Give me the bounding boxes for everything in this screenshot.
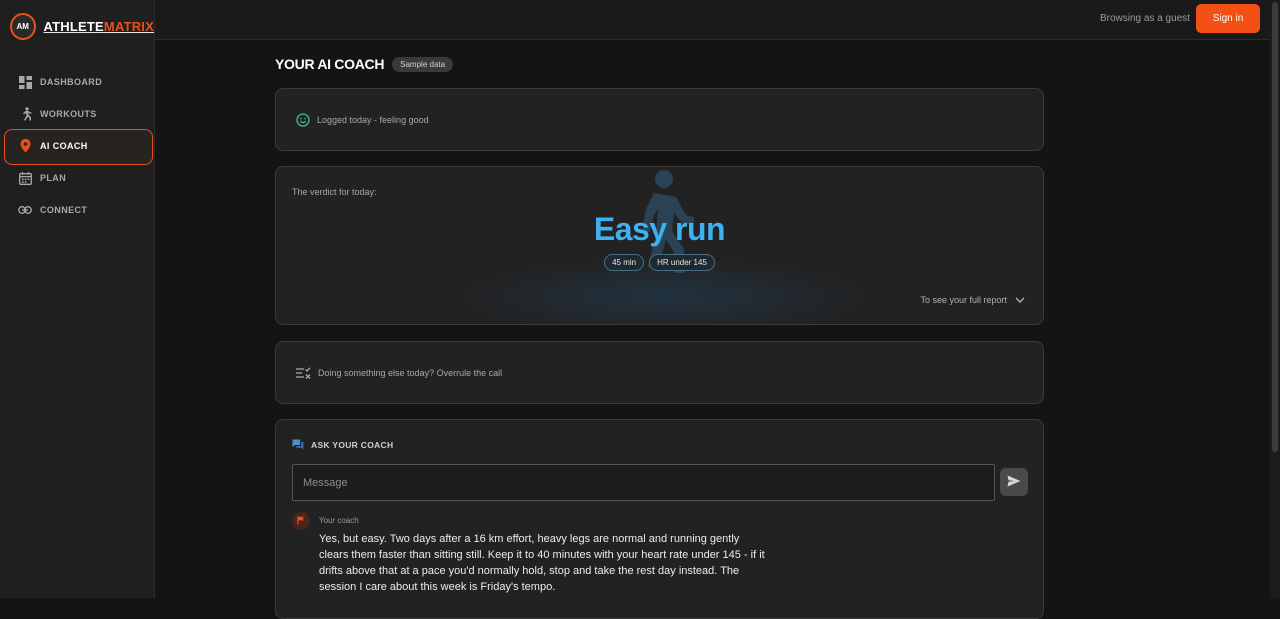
ask-coach-card: ASK YOUR COACH Your coach Yes, but easy.… <box>275 419 1044 619</box>
main-content: YOUR AI COACH Sample data Logged today -… <box>275 40 1044 619</box>
page-title: YOUR AI COACH <box>275 56 385 72</box>
send-icon <box>1007 475 1021 490</box>
guest-status: Browsing as a guest <box>1099 13 1190 24</box>
coach-sender-label: Your coach <box>319 516 359 525</box>
sidebar: AM ATHLETEMATRIX DASHBOARD WORKOUTS AI C… <box>0 0 155 598</box>
daily-log-text: Logged today - feeling good <box>317 114 429 125</box>
sidebar-item-plan[interactable]: PLAN <box>0 162 154 194</box>
checklist-icon <box>296 366 311 379</box>
send-button[interactable] <box>1000 468 1028 496</box>
brand[interactable]: AM ATHLETEMATRIX <box>0 0 154 52</box>
override-text: Doing something else today? Overrule the… <box>318 367 503 378</box>
full-report-toggle[interactable]: To see your full report <box>920 295 1025 305</box>
verdict-label: The verdict for today: <box>292 187 377 197</box>
brand-name-part2: MATRIX <box>103 18 154 34</box>
sidebar-item-workouts[interactable]: WORKOUTS <box>0 98 154 130</box>
heart-rate-pill: HR under 145 <box>649 254 715 271</box>
dashboard-icon <box>18 75 32 89</box>
sidebar-item-label: CONNECT <box>40 205 88 215</box>
sidebar-nav: DASHBOARD WORKOUTS AI COACH PLAN CONNECT <box>0 66 154 226</box>
map-pin-icon <box>18 139 32 153</box>
full-report-label: To see your full report <box>920 295 1007 305</box>
title-row: YOUR AI COACH Sample data <box>275 54 1044 74</box>
scrollbar-thumb[interactable] <box>1272 2 1278 452</box>
calendar-icon <box>18 171 32 185</box>
ask-coach-heading: ASK YOUR COACH <box>292 439 393 450</box>
coach-message: Yes, but easy. Two days after a 16 km ef… <box>319 533 765 593</box>
brand-name: ATHLETEMATRIX <box>44 19 154 34</box>
sidebar-item-ai-coach[interactable]: AI COACH <box>0 129 154 165</box>
override-card[interactable]: Doing something else today? Overrule the… <box>275 341 1044 404</box>
coach-avatar <box>292 512 310 530</box>
sidebar-item-label: WORKOUTS <box>40 109 97 119</box>
smile-icon <box>296 112 310 127</box>
brand-logo: AM <box>10 12 36 40</box>
sidebar-item-connect[interactable]: CONNECT <box>0 194 154 226</box>
sidebar-item-dashboard[interactable]: DASHBOARD <box>0 66 154 98</box>
page-scrollbar[interactable] <box>1270 0 1280 598</box>
verdict-card: The verdict for today: Easy run 45 min H… <box>275 166 1044 325</box>
message-input[interactable] <box>292 464 995 501</box>
sidebar-item-label: PLAN <box>40 173 67 183</box>
top-bar: Browsing as a guest Sign in <box>155 0 1270 40</box>
link-icon <box>18 203 32 217</box>
daily-log-card[interactable]: Logged today - feeling good <box>275 88 1044 151</box>
chat-icon <box>292 439 304 450</box>
sign-in-button[interactable]: Sign in <box>1196 4 1260 33</box>
sidebar-item-label: AI COACH <box>40 141 88 151</box>
verdict-targets: 45 min HR under 145 <box>276 254 1043 271</box>
ask-coach-title: ASK YOUR COACH <box>311 439 394 450</box>
brand-name-part1: ATHLETE <box>43 18 104 34</box>
sidebar-item-label: DASHBOARD <box>40 77 103 87</box>
flag-icon <box>297 512 305 530</box>
verdict-workout: Easy run <box>593 211 726 247</box>
running-icon <box>18 107 32 121</box>
duration-pill: 45 min <box>604 254 645 271</box>
sample-data-badge: Sample data <box>392 56 454 72</box>
chevron-down-icon <box>1015 297 1025 303</box>
